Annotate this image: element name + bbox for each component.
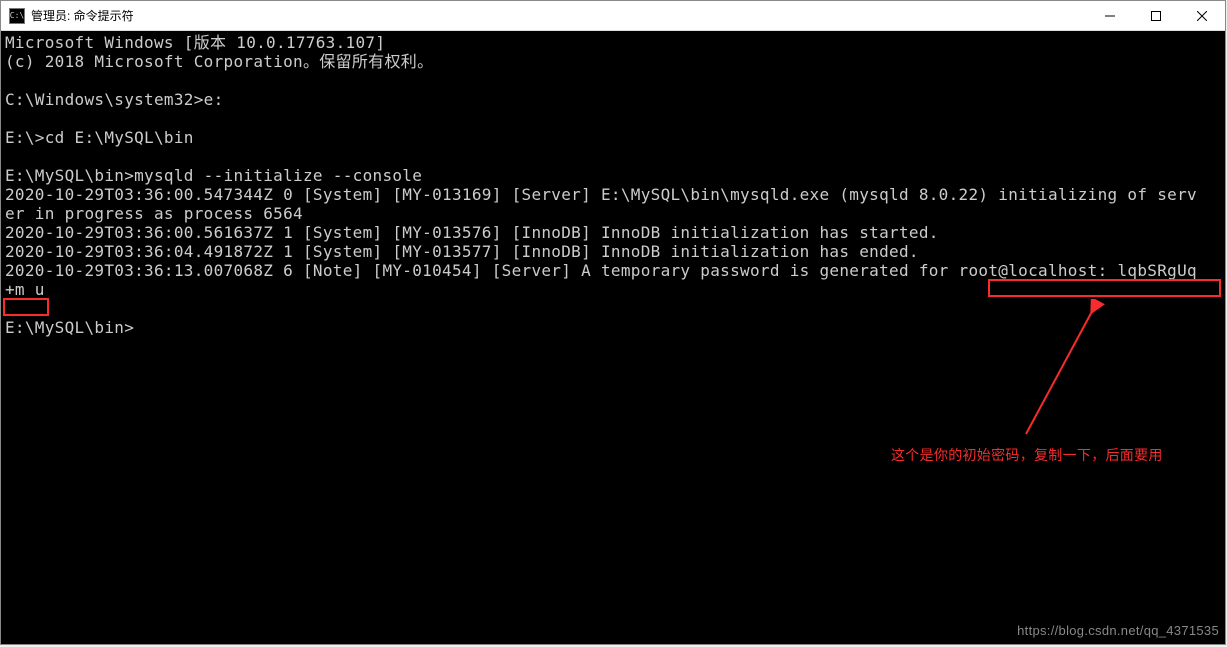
terminal-line: (c) 2018 Microsoft Corporation。保留所有权利。	[5, 52, 433, 71]
terminal-line: E:\>cd E:\MySQL\bin	[5, 128, 194, 147]
titlebar[interactable]: C:\ 管理员: 命令提示符	[1, 1, 1225, 31]
terminal-line: 2020-10-29T03:36:04.491872Z 1 [System] […	[5, 242, 919, 261]
terminal-line: +m_u	[5, 280, 45, 299]
window-title: 管理员: 命令提示符	[31, 7, 134, 24]
terminal-line: 2020-10-29T03:36:00.547344Z 0 [System] […	[5, 185, 1197, 204]
close-button[interactable]	[1179, 1, 1225, 31]
terminal-line: 2020-10-29T03:36:00.561637Z 1 [System] […	[5, 223, 939, 242]
terminal-prompt: E:\MySQL\bin>	[5, 318, 134, 337]
terminal-line: er in progress as process 6564	[5, 204, 303, 223]
terminal-output[interactable]: Microsoft Windows [版本 10.0.17763.107] (c…	[1, 31, 1225, 644]
terminal-line: C:\Windows\system32>e:	[5, 90, 224, 109]
annotation-label: 这个是你的初始密码，复制一下，后面要用	[891, 446, 1163, 465]
cmd-app-icon: C:\	[9, 8, 25, 24]
terminal-line: 2020-10-29T03:36:13.007068Z 6 [Note] [MY…	[5, 261, 1197, 280]
window-controls	[1087, 1, 1225, 31]
password-highlight-box-1	[988, 279, 1221, 297]
watermark-text: https://blog.csdn.net/qq_4371535	[1017, 621, 1219, 640]
maximize-button[interactable]	[1133, 1, 1179, 31]
terminal-line: Microsoft Windows [版本 10.0.17763.107]	[5, 33, 385, 52]
password-highlight-box-2	[3, 298, 49, 316]
terminal-line: E:\MySQL\bin>mysqld --initialize --conso…	[5, 166, 422, 185]
cmd-window: C:\ 管理员: 命令提示符 Microsoft Windows [版本 10.…	[0, 0, 1226, 645]
minimize-button[interactable]	[1087, 1, 1133, 31]
annotation-arrow-icon	[1011, 299, 1111, 449]
